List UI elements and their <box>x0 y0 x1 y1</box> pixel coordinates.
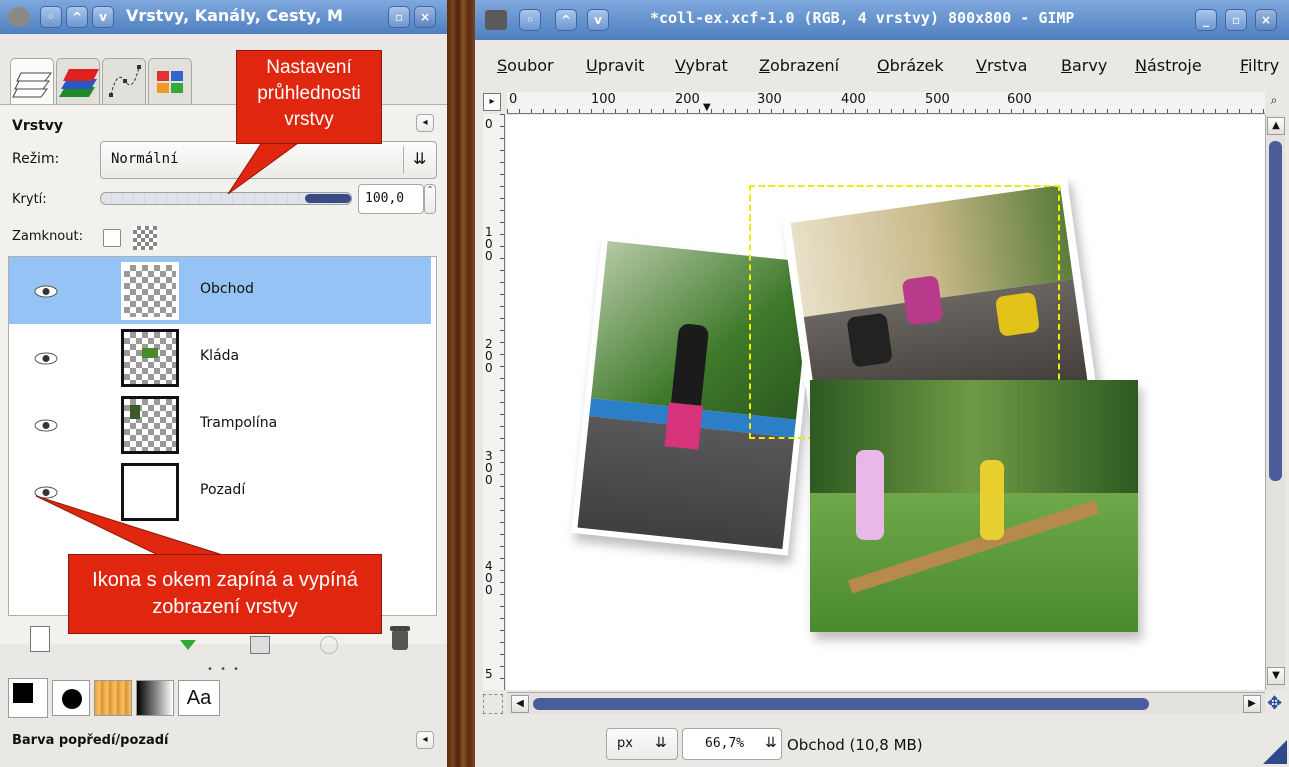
eye-callout: Ikona s okem zapíná a vypíná zobrazení v… <box>68 554 382 634</box>
opacity-callout: Nastavení průhlednosti vrstvy <box>236 50 382 144</box>
callout-pointers <box>35 129 318 557</box>
eye-callout-pointer <box>35 495 227 557</box>
